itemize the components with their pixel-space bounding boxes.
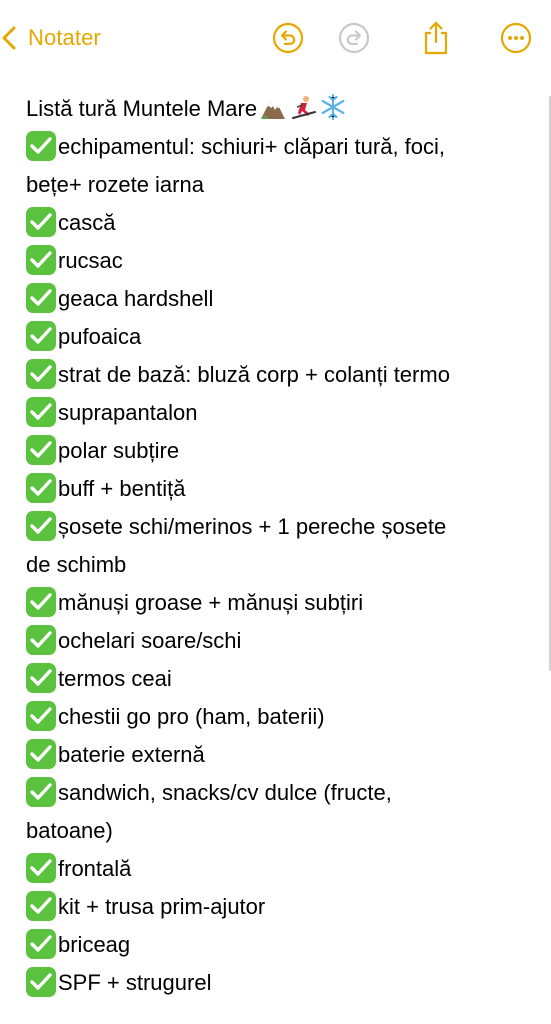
snowflake-emoji [319,93,347,121]
checkmark-icon [26,739,56,769]
list-item-continuation: bețe+ rozete iarna [26,166,526,204]
list-item: ochelari soare/schi [26,622,526,660]
list-item-text: termos ceai [58,666,172,691]
note-title: Listă tură Muntele Mare [26,96,258,121]
list-item-text: strat de bază: bluză corp + colanți term… [58,362,450,387]
checkmark-icon [26,283,56,313]
list-item-text: frontală [58,856,132,881]
checkmark-icon [26,359,56,389]
checkmark-icon [26,967,56,997]
redo-button[interactable] [336,20,372,56]
list-item: cască [26,204,526,242]
checkmark-icon [26,891,56,921]
list-item-text: briceag [58,932,131,957]
list-item: mănuși groase + mănuși subțiri [26,584,526,622]
redo-icon [338,22,370,54]
list-item: strat de bază: bluză corp + colanți term… [26,356,526,394]
list-item-text: batoane) [26,818,113,843]
list-item: SPF + strugurel [26,964,526,1002]
navigation-toolbar: Notater [0,0,551,80]
list-item-continuation: de schimb [26,546,526,584]
list-item: suprapantalon [26,394,526,432]
checkmark-icon [26,245,56,275]
back-button[interactable]: Notater [0,18,101,58]
list-item-text: cască [58,210,116,235]
note-title-line: Listă tură Muntele Mare [26,90,526,128]
list-item-text: geaca hardshell [58,286,214,311]
list-item: polar subțire [26,432,526,470]
list-item: termos ceai [26,660,526,698]
list-item-text: SPF + strugurel [58,970,212,995]
checkmark-icon [26,663,56,693]
checkmark-icon [26,473,56,503]
list-item: frontală [26,850,526,888]
list-item-text: echipamentul: schiuri+ clăpari tură, foc… [58,134,446,159]
list-item: șosete schi/merinos + 1 pereche șosete [26,508,526,546]
checkmark-icon [26,131,56,161]
list-item-text: de schimb [26,552,127,577]
checkmark-icon [26,777,56,807]
checkmark-icon [26,701,56,731]
list-item: echipamentul: schiuri+ clăpari tură, foc… [26,128,526,166]
share-button[interactable] [418,20,454,56]
checkmark-icon [26,587,56,617]
list-item-text: buff + bentiță [58,476,186,501]
list-item: sandwich, snacks/cv dulce (fructe, [26,774,526,812]
list-item: kit + trusa prim-ajutor [26,888,526,926]
list-item-text: pufoaica [58,324,142,349]
list-item: baterie externă [26,736,526,774]
checkmark-icon [26,511,56,541]
list-item-text: kit + trusa prim-ajutor [58,894,266,919]
checkmark-icon [26,435,56,465]
list-item-text: suprapantalon [58,400,198,425]
share-icon [420,20,452,56]
undo-button[interactable] [270,20,306,56]
list-item-text: rucsac [58,248,123,273]
chevron-left-icon [0,24,20,52]
more-button[interactable] [498,20,534,56]
list-item: briceag [26,926,526,964]
list-item: geaca hardshell [26,280,526,318]
skier-emoji [289,95,317,121]
list-item-text: șosete schi/merinos + 1 pereche șosete [58,514,447,539]
undo-icon [272,22,304,54]
list-item-text: chestii go pro (ham, baterii) [58,704,325,729]
more-icon [500,22,532,54]
checkmark-icon [26,321,56,351]
list-item: chestii go pro (ham, baterii) [26,698,526,736]
list-item: buff + bentiță [26,470,526,508]
list-item-text: sandwich, snacks/cv dulce (fructe, [58,780,392,805]
list-item: pufoaica [26,318,526,356]
note-body[interactable]: Listă tură Muntele Mare echipamentul: sc… [26,90,526,1002]
checkmark-icon [26,929,56,959]
list-item: rucsac [26,242,526,280]
checkmark-icon [26,625,56,655]
list-item-text: mănuși groase + mănuși subțiri [58,590,364,615]
checkmark-icon [26,207,56,237]
list-item-text: bețe+ rozete iarna [26,172,204,197]
checkmark-icon [26,397,56,427]
checkmark-icon [26,853,56,883]
list-item-continuation: batoane) [26,812,526,850]
list-item-text: polar subțire [58,438,180,463]
list-item-text: baterie externă [58,742,205,767]
list-item-text: ochelari soare/schi [58,628,242,653]
back-label: Notater [28,25,101,50]
mountain-emoji [259,95,287,121]
